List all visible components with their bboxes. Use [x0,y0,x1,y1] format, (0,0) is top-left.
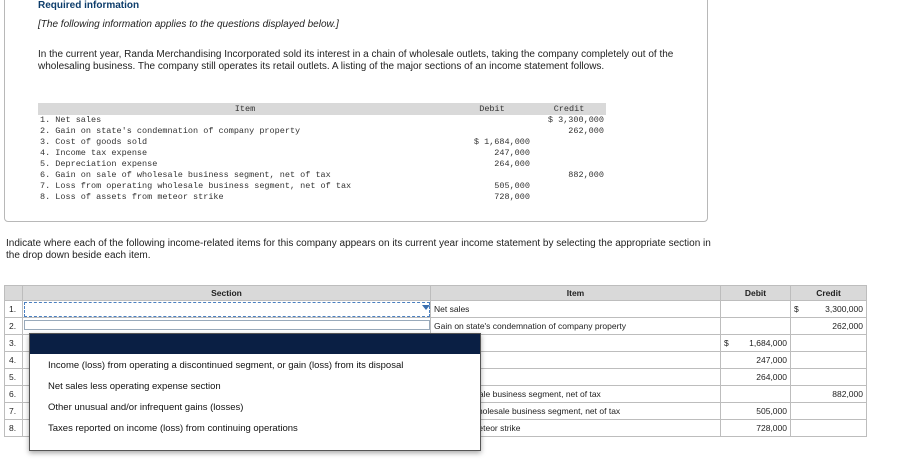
header-item: Item [38,103,452,115]
row-debit: $1,684,000 [720,334,791,352]
dropdown-option[interactable]: Taxes reported on income (loss) from con… [48,423,298,434]
row-item: 6. Gain on sale of wholesale business se… [40,170,331,180]
debit-value: 1,684,000 [749,338,787,348]
row-debit: 247,000 [720,351,791,369]
income-items-table: Item Debit Credit 1. Net sales $ 3,300,00… [38,103,606,203]
dropdown-highlighted-option[interactable] [30,334,480,354]
header-credit: Credit [532,103,606,115]
debit-value: 264,000 [756,372,787,382]
row-debit: 728,000 [494,192,530,202]
row-credit [532,181,606,192]
row-debit: 505,000 [494,181,530,191]
required-info-title: Required information [38,0,140,11]
row-item: 1. Net sales [40,115,102,125]
dropdown-option[interactable]: Net sales less operating expense section [48,381,221,392]
row-number: 7. [4,402,23,420]
table-row: 7. Loss from operating wholesale busines… [38,181,606,192]
row-debit [720,317,791,335]
row-credit [790,368,867,386]
header-section: Section [22,285,431,301]
credit-value: 3,300,000 [825,304,863,314]
row-debit [452,170,532,181]
row-item: 4. Income tax expense [40,148,148,158]
credit-currency: $ [794,304,799,314]
section-dropdown-menu: Income (loss) from operating a discontin… [29,333,481,451]
row-credit [532,137,606,148]
row-item: 3. Cost of goods sold [40,137,148,147]
table-row: 5. Depreciation expense 264,000 [38,159,606,170]
row-number: 3. [4,334,23,352]
row-item: 2. Gain on state's condemnation of compa… [40,126,301,136]
row-credit [790,334,867,352]
debit-currency: $ [724,338,729,348]
row-item: 7. Loss from operating wholesale busines… [40,181,352,191]
chevron-down-icon[interactable] [422,305,430,310]
credit-value: 882,000 [832,389,863,399]
table-row: 4. Income tax expense 247,000 [38,148,606,159]
row-debit [452,115,532,126]
row-item: 5. Depreciation expense [40,159,158,169]
table-row: 3. Cost of goods sold $ 1,684,000 [38,137,606,148]
debit-value: 247,000 [756,355,787,365]
row-credit: $ 3,300,000 [547,115,604,125]
row-credit: 882,000 [568,170,604,180]
row-credit [790,402,867,420]
row-credit: 262,000 [568,126,604,136]
row-debit [452,126,532,137]
dropdown-option[interactable]: Income (loss) from operating a discontin… [48,360,403,371]
row-number: 5. [4,368,23,386]
row-debit: $ 1,684,000 [473,137,530,147]
row-credit [790,419,867,437]
header-credit: Credit [790,285,867,301]
row-item: Net sales [430,300,721,318]
row-credit: 882,000 [790,385,867,403]
answer-grid-header: Section Item Debit Credit [4,285,867,301]
row-debit: 264,000 [494,159,530,169]
dropdown-option[interactable]: Other unusual and/or infrequent gains (l… [48,402,243,413]
row-number: 6. [4,385,23,403]
row-credit: $3,300,000 [790,300,867,318]
table-row: 6. Gain on sale of wholesale business se… [38,170,606,181]
row-debit [720,300,791,318]
row-credit [790,351,867,369]
credit-value: 262,000 [832,321,863,331]
row-number: 2. [4,317,23,335]
debit-value: 728,000 [756,423,787,433]
table-row: 8. Loss of assets from meteor strike 728,… [38,192,606,203]
row-debit: 264,000 [720,368,791,386]
section-select-row-1[interactable] [24,302,430,317]
income-items-header: Item Debit Credit [38,103,606,115]
row-credit: 262,000 [790,317,867,335]
table-row: 1. Net sales $ 3,300,000 [38,115,606,126]
row-debit: 247,000 [494,148,530,158]
header-rownum [4,285,23,301]
row-debit [720,385,791,403]
table-row: 2. Gain on state's condemnation of compa… [38,126,606,137]
row-item: 8. Loss of assets from meteor strike [40,192,224,202]
header-debit: Debit [720,285,791,301]
header-debit: Debit [452,103,532,115]
row-debit: 505,000 [720,402,791,420]
required-info-note: [The following information applies to th… [38,19,339,30]
row-credit [532,159,606,170]
row-number: 4. [4,351,23,369]
row-credit [532,192,606,203]
row-number: 1. [4,300,23,318]
debit-value: 505,000 [756,406,787,416]
row-credit [532,148,606,159]
section-select-row-2[interactable] [24,320,430,330]
instructions-text: Indicate where each of the following inc… [6,238,711,261]
row-item: Gain on state's condemnation of company … [430,317,721,335]
row-number: 8. [4,419,23,437]
required-info-paragraph: In the current year, Randa Merchandising… [38,49,674,72]
row-debit: 728,000 [720,419,791,437]
header-item: Item [430,285,721,301]
